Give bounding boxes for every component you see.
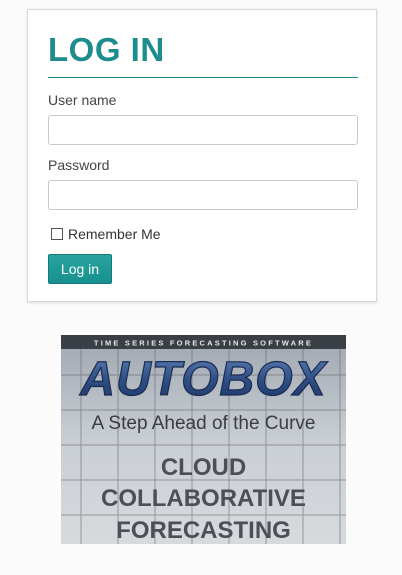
password-label: Password: [48, 157, 110, 173]
username-label: User name: [48, 92, 117, 108]
banner-line-collaborative: COLLABORATIVE: [101, 485, 306, 512]
title-divider: [48, 77, 358, 78]
username-input[interactable]: [48, 115, 358, 145]
banner-line-forecasting: FORECASTING: [116, 517, 291, 544]
password-input[interactable]: [48, 180, 358, 210]
login-title: LOG IN: [48, 31, 165, 68]
banner-brand: AUTOBOX: [79, 353, 328, 406]
banner-line-cloud: CLOUD: [161, 454, 246, 481]
banner-slogan: A Step Ahead of the Curve: [92, 413, 316, 434]
banner-tagline-top: TIME SERIES FORECASTING SOFTWARE: [94, 339, 313, 348]
remember-me-label[interactable]: Remember Me: [68, 226, 161, 242]
autobox-banner-image: TIME SERIES FORECASTING SOFTWARE AUTOBOX…: [61, 335, 346, 544]
login-button[interactable]: Log in: [48, 254, 112, 284]
remember-me-row[interactable]: Remember Me: [51, 226, 161, 242]
login-panel: LOG IN User name Password Remember Me Lo…: [27, 9, 377, 302]
remember-me-checkbox[interactable]: [51, 228, 63, 240]
